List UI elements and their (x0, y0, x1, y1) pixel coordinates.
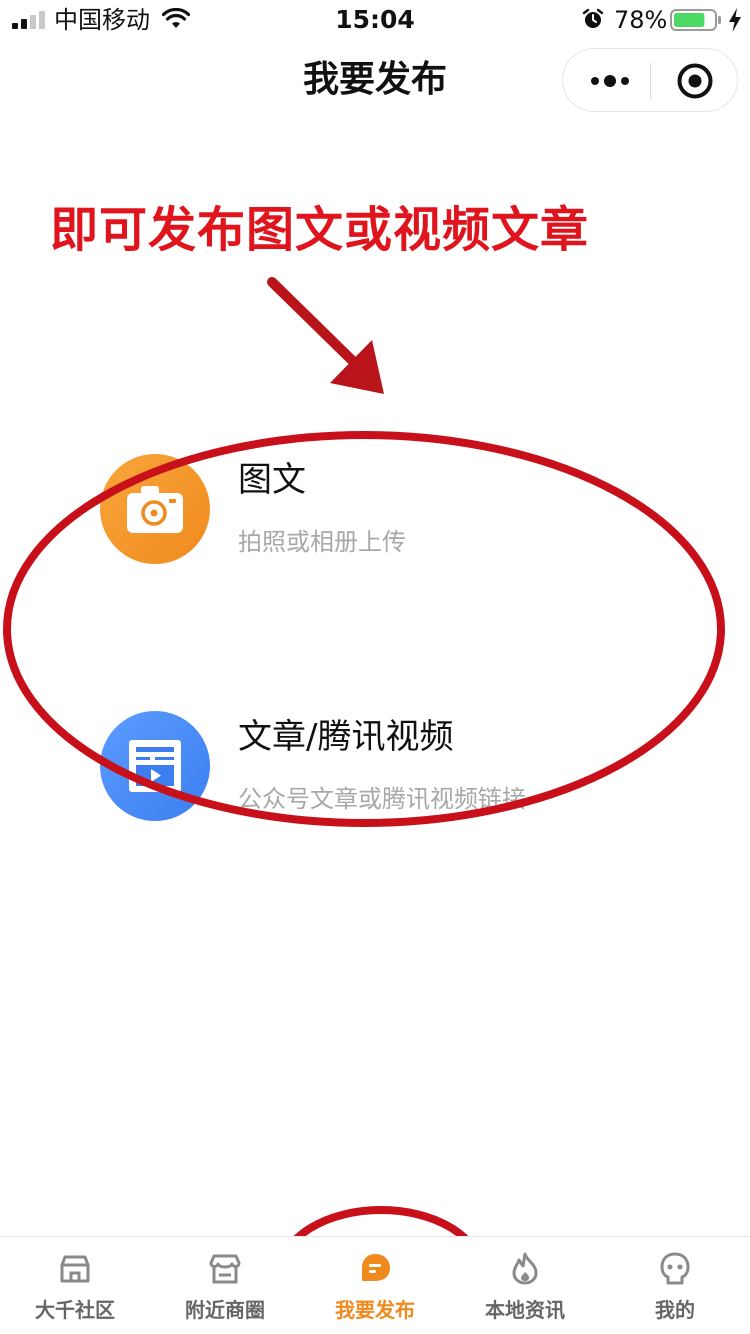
tab-label: 附近商圈 (185, 1298, 265, 1322)
annotation-arrow-icon (267, 277, 384, 394)
tab-nearby-stores[interactable]: 附近商圈 (150, 1237, 300, 1334)
tab-local-news[interactable]: 本地资讯 (450, 1237, 600, 1334)
alarm-icon (582, 8, 604, 28)
article-video-icon (100, 711, 210, 821)
option-subtitle: 公众号文章或腾讯视频链接 (238, 785, 526, 813)
tab-bar: 大千社区 附近商圈 我要发布 本地资讯 我的 (0, 1236, 750, 1334)
capsule-divider (650, 63, 651, 99)
tab-profile[interactable]: 我的 (600, 1237, 750, 1334)
profile-icon (660, 1252, 690, 1285)
tab-label: 我的 (655, 1298, 695, 1322)
tab-label: 本地资讯 (485, 1298, 565, 1322)
publish-icon (362, 1254, 390, 1281)
close-circle-icon[interactable] (676, 62, 714, 100)
annotation-ellipses (3, 431, 725, 1334)
flame-icon (512, 1252, 538, 1285)
battery-icon (670, 9, 721, 31)
charging-icon (729, 8, 741, 32)
tab-label: 大千社区 (35, 1298, 115, 1322)
camera-icon (100, 454, 210, 564)
tab-publish[interactable]: 我要发布 (300, 1237, 450, 1334)
option-subtitle: 拍照或相册上传 (238, 528, 406, 556)
option-article-video[interactable]: 文章/腾讯视频 公众号文章或腾讯视频链接 (100, 711, 660, 823)
tab-community[interactable]: 大千社区 (0, 1237, 150, 1334)
annotation-text: 即可发布图文或视频文章 (50, 202, 590, 258)
option-title: 图文 (238, 460, 306, 500)
community-icon (60, 1255, 90, 1283)
option-photo-text[interactable]: 图文 拍照或相册上传 (100, 454, 660, 566)
option-title: 文章/腾讯视频 (238, 717, 454, 757)
status-bar: 中国移动 15:04 78% (0, 0, 750, 40)
store-icon (209, 1254, 241, 1284)
tab-label: 我要发布 (335, 1298, 415, 1322)
more-icon[interactable] (587, 65, 633, 97)
battery-percent: 78% (614, 6, 668, 34)
mini-program-capsule (562, 48, 738, 112)
